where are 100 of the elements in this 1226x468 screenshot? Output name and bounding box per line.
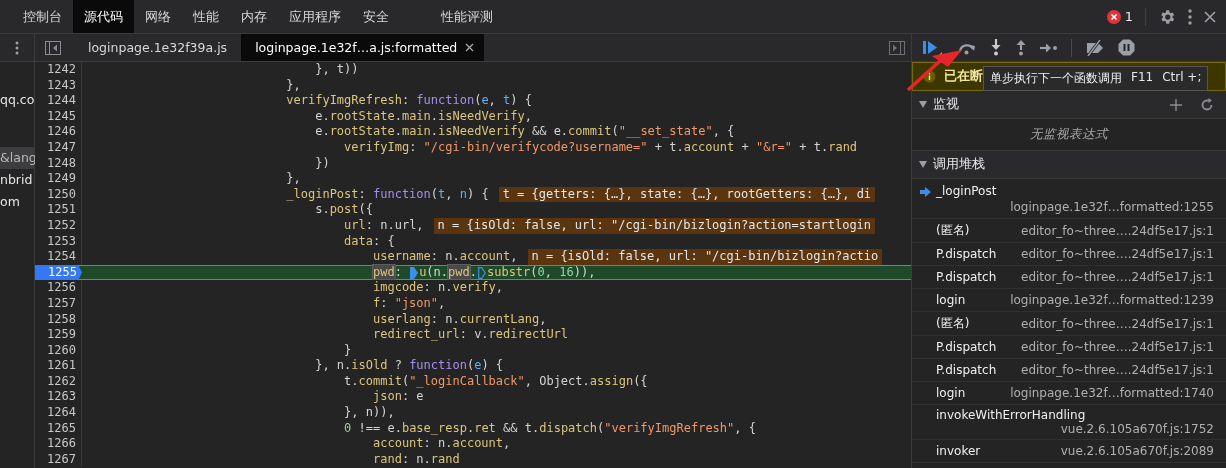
- call-stack-frame[interactable]: login loginpage.1e32f…formatted:1740: [912, 382, 1226, 405]
- line-number[interactable]: 1264: [35, 405, 82, 421]
- panel-tab[interactable]: 网络: [134, 0, 182, 33]
- call-stack-frame[interactable]: invokeWithErrorHandling vue.2.6.105a670f.js:1752: [912, 405, 1226, 440]
- frame-name[interactable]: invokeWithErrorHandling: [936, 408, 1086, 422]
- step-marker-icon[interactable]: [410, 266, 419, 279]
- line-number[interactable]: 1252: [35, 217, 82, 234]
- frame-name[interactable]: login: [936, 386, 966, 400]
- refresh-icon[interactable]: [1200, 97, 1214, 112]
- line-number[interactable]: 1257: [35, 295, 82, 312]
- frame-name[interactable]: P.dispatch: [936, 270, 997, 284]
- frame-location[interactable]: vue.2.6.105a670f.js:1752: [1060, 422, 1214, 436]
- step-marker-icon[interactable]: [477, 266, 486, 279]
- panel-tab[interactable]: 安全: [352, 0, 400, 33]
- step-out-icon[interactable]: [1015, 39, 1027, 56]
- file-tab-label[interactable]: loginpage.1e32f…a.js:formatted: [255, 40, 458, 55]
- close-icon[interactable]: [465, 43, 475, 52]
- line-number[interactable]: 1266: [35, 436, 82, 452]
- line-number[interactable]: 1251: [35, 202, 82, 218]
- frame-location[interactable]: editor_fo~three….24df5e17.js:1: [1021, 247, 1214, 261]
- frame-name[interactable]: P.dispatch: [936, 363, 997, 377]
- frame-location[interactable]: vue.2.6.105a670f.js:2089: [1060, 444, 1214, 458]
- line-number[interactable]: 1245: [35, 108, 82, 125]
- panel-tab[interactable]: 性能评测: [430, 0, 504, 33]
- frame-name[interactable]: (匿名): [936, 315, 970, 332]
- line-number[interactable]: 1261: [35, 358, 82, 374]
- line-number[interactable]: 1256: [35, 280, 82, 296]
- frame-location[interactable]: editor_fo~three….24df5e17.js:1: [1021, 223, 1214, 238]
- call-stack-frame[interactable]: (匿名) editor_fo~three….24df5e17.js:1: [912, 312, 1226, 336]
- frame-name[interactable]: _loginPost: [936, 184, 1204, 198]
- error-count[interactable]: 1: [1124, 9, 1133, 24]
- call-stack-frame[interactable]: login loginpage.1e32f…formatted:1239: [912, 289, 1226, 312]
- line-number[interactable]: 1259: [35, 327, 82, 343]
- step-icon[interactable]: [1040, 41, 1058, 54]
- call-stack-frame[interactable]: P.dispatch editor_fo~three….24df5e17.js:1: [912, 336, 1226, 359]
- frame-name[interactable]: P.dispatch: [936, 340, 997, 354]
- file-tree-item[interactable]: nbrid: [0, 169, 34, 191]
- line-number[interactable]: 1263: [35, 389, 82, 406]
- line-number[interactable]: 1246: [35, 124, 82, 140]
- frame-location[interactable]: loginpage.1e32f…formatted:1255: [1010, 200, 1214, 214]
- frame-location[interactable]: editor_fo~three….24df5e17.js:1: [1021, 340, 1214, 354]
- line-number[interactable]: 1265: [35, 420, 82, 437]
- frame-location[interactable]: loginpage.1e32f…formatted:1740: [1010, 386, 1214, 400]
- section-header[interactable]: 监视: [912, 91, 1226, 119]
- more-icon[interactable]: [1188, 8, 1192, 25]
- panel-tab[interactable]: 控制台: [12, 0, 73, 33]
- line-number[interactable]: 1262: [35, 373, 82, 390]
- frame-name[interactable]: login: [936, 293, 966, 307]
- file-tree-item[interactable]: om: [0, 191, 34, 213]
- frame-location[interactable]: editor_fo~three….24df5e17.js:1: [1021, 316, 1214, 331]
- more-icon[interactable]: [15, 40, 19, 55]
- frame-name[interactable]: P.dispatch: [936, 247, 997, 261]
- line-number[interactable]: 1267: [35, 451, 82, 468]
- section-title[interactable]: 监视: [933, 96, 959, 113]
- line-number[interactable]: 1254: [35, 249, 82, 265]
- file-tab-label[interactable]: loginpage.1e32f39a.js: [88, 40, 228, 55]
- sidebar-toggle-icon[interactable]: [889, 40, 905, 55]
- line-number[interactable]: 1248: [35, 155, 82, 172]
- panel-tab[interactable]: 性能: [182, 0, 230, 33]
- pause-on-exceptions-icon[interactable]: [1118, 39, 1135, 56]
- panel-tab[interactable]: 应用程序: [278, 0, 352, 33]
- frame-location[interactable]: loginpage.1e32f…formatted:1239: [1010, 293, 1214, 307]
- expanded-triangle-icon[interactable]: [919, 101, 927, 108]
- line-number[interactable]: 1242: [35, 62, 82, 78]
- line-number[interactable]: 1250: [35, 186, 82, 203]
- line-number[interactable]: 1243: [35, 77, 82, 94]
- section-title[interactable]: 调用堆栈: [933, 156, 985, 173]
- code-text: 0 !== e.base_resp.ret && t.dispatch("verifyImgRefresh", {: [344, 420, 756, 437]
- frame-location[interactable]: editor_fo~three….24df5e17.js:1: [1021, 363, 1214, 377]
- file-tab[interactable]: loginpage.1e32f…a.js:formatted: [241, 34, 485, 61]
- line-number[interactable]: 1253: [35, 233, 82, 250]
- file-tree-item[interactable]: qq.co: [0, 89, 34, 111]
- add-icon[interactable]: [1170, 98, 1182, 111]
- line-number[interactable]: 1255: [35, 264, 82, 281]
- step-into-icon[interactable]: [990, 39, 1002, 56]
- panel-tab[interactable]: 源代码: [73, 0, 134, 33]
- panel-tab[interactable]: 内存: [230, 0, 278, 33]
- line-number[interactable]: 1260: [35, 342, 82, 359]
- call-stack-frame[interactable]: (匿名) editor_fo~three….24df5e17.js:1: [912, 219, 1226, 243]
- frame-name[interactable]: invoker: [936, 444, 981, 458]
- sidebar-toggle-icon[interactable]: [45, 40, 61, 55]
- frame-name[interactable]: (匿名): [936, 222, 970, 239]
- line-number[interactable]: 1244: [35, 93, 82, 109]
- call-stack-frame[interactable]: invoker vue.2.6.105a670f.js:2089: [912, 440, 1226, 463]
- code-text: userlang: n.currentLang,: [373, 311, 547, 328]
- file-tab[interactable]: loginpage.1e32f39a.js: [74, 34, 242, 61]
- resume-icon[interactable]: [922, 38, 944, 57]
- call-stack-frame[interactable]: P.dispatch editor_fo~three….24df5e17.js:1: [912, 243, 1226, 266]
- line-number[interactable]: 1247: [35, 139, 82, 156]
- deactivate-breakpoints-icon[interactable]: [1085, 39, 1105, 56]
- close-icon[interactable]: [1204, 10, 1216, 23]
- frame-location[interactable]: editor_fo~three….24df5e17.js:1: [1021, 270, 1214, 284]
- tooltip-text: 单步执行下一个函数调用: [990, 70, 1122, 87]
- expanded-triangle-icon[interactable]: [919, 161, 927, 168]
- line-number[interactable]: 1258: [35, 311, 82, 328]
- call-stack-frame[interactable]: _loginPost loginpage.1e32f…formatted:1255: [912, 179, 1226, 219]
- call-stack-frame[interactable]: P.dispatch editor_fo~three….24df5e17.js:1: [912, 266, 1226, 289]
- line-number[interactable]: 1249: [35, 171, 82, 187]
- section-header[interactable]: 调用堆栈: [912, 151, 1226, 179]
- call-stack-frame[interactable]: P.dispatch editor_fo~three….24df5e17.js:1: [912, 359, 1226, 382]
